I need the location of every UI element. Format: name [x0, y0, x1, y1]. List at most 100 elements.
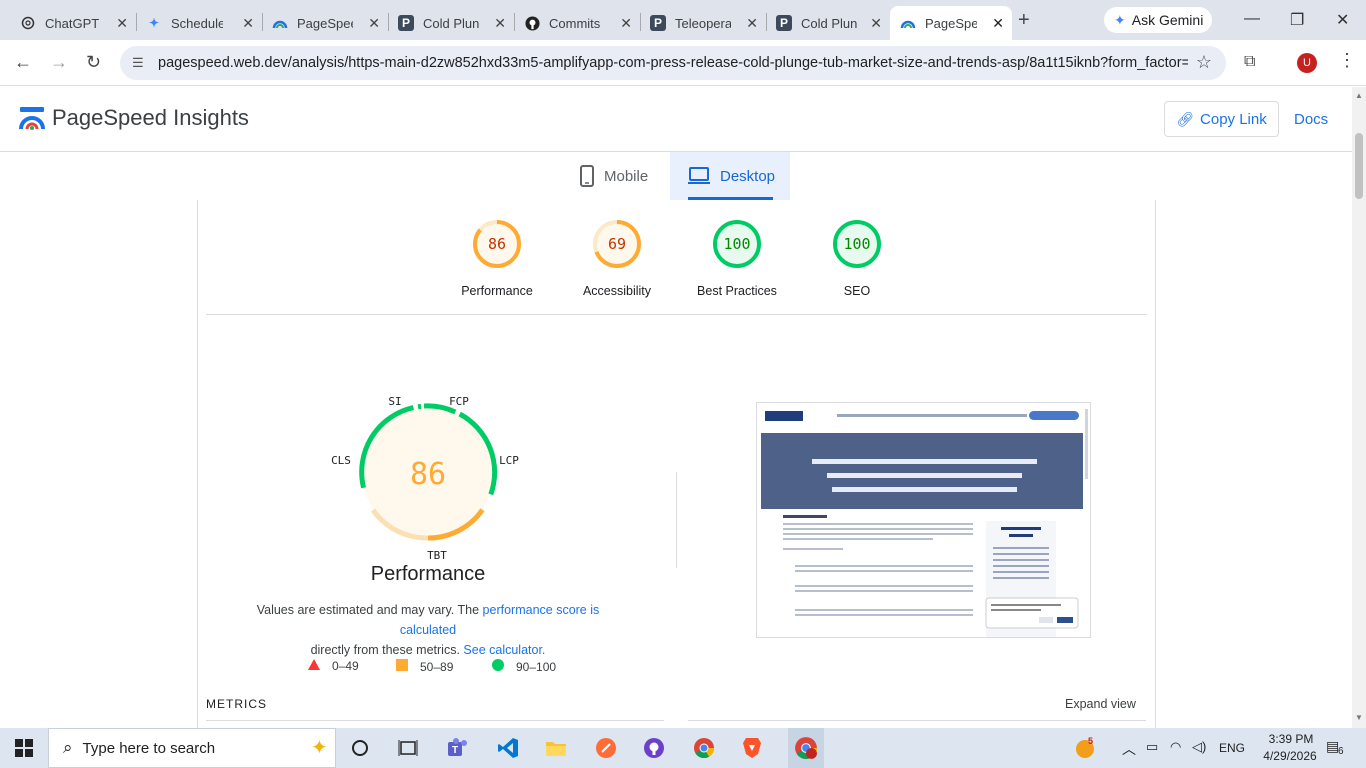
- notification-badge: 5: [1088, 736, 1094, 746]
- page-title: PageSpeed Insights: [52, 105, 249, 130]
- menu-kebab-icon[interactable]: ⋮: [1338, 50, 1356, 71]
- tab-desktop[interactable]: Desktop: [670, 152, 790, 200]
- close-tab-icon[interactable]: ✕: [870, 15, 882, 32]
- score-value: 86: [488, 235, 506, 253]
- score-label: SEO: [843, 284, 871, 298]
- tab-scheduler[interactable]: ✦ Scheduler ✕: [136, 6, 262, 40]
- tab-teleoperat[interactable]: P Teleoperat ✕: [640, 6, 766, 40]
- page-scrollbar[interactable]: ▲ ▼: [1352, 87, 1366, 728]
- language-indicator[interactable]: ENG: [1219, 741, 1245, 755]
- si-label: SI: [388, 395, 401, 408]
- clock-date[interactable]: 4/29/2026: [1258, 749, 1322, 763]
- tab-cold-plunge[interactable]: P Cold Plunge ✕: [388, 6, 514, 40]
- vscode-icon[interactable]: [496, 736, 520, 760]
- close-tab-icon[interactable]: ✕: [494, 15, 506, 32]
- docs-link[interactable]: Docs: [1294, 111, 1328, 128]
- see-calculator-link[interactable]: See calculator.: [463, 643, 545, 657]
- phone-icon: [580, 165, 594, 187]
- notification-count: 6: [1338, 746, 1344, 757]
- teams-icon[interactable]: T: [446, 736, 470, 760]
- laptop-icon: [688, 167, 710, 185]
- psi-header: PageSpeed Insights 🔗︎ Copy Link Docs: [0, 87, 1352, 152]
- link-icon: 🔗︎: [1176, 110, 1195, 127]
- expand-view-toggle[interactable]: Expand view: [1065, 697, 1136, 711]
- task-view-icon[interactable]: [396, 736, 420, 760]
- back-icon[interactable]: ←: [14, 52, 32, 73]
- github-desktop-icon[interactable]: [642, 736, 666, 760]
- file-explorer-icon[interactable]: [544, 736, 568, 760]
- score-gauge-accessibility[interactable]: 69 Accessibility: [567, 218, 667, 298]
- windows-start-icon[interactable]: [12, 736, 36, 760]
- score-gauge-performance[interactable]: 86 Performance: [447, 218, 547, 298]
- tab-commits[interactable]: Commits ✕: [514, 6, 640, 40]
- scroll-up-icon[interactable]: ▲: [1355, 91, 1363, 100]
- battery-icon[interactable]: ▭: [1146, 739, 1158, 755]
- chrome-profile-icon[interactable]: [788, 728, 824, 768]
- p-icon: P: [776, 15, 792, 31]
- fcp-label: FCP: [449, 395, 469, 408]
- tbt-label: TBT: [427, 549, 447, 560]
- bookmark-star-icon[interactable]: ☆: [1196, 52, 1212, 73]
- clock-time[interactable]: 3:39 PM: [1262, 732, 1320, 746]
- close-tab-icon[interactable]: ✕: [242, 15, 254, 32]
- copy-link-button[interactable]: 🔗︎ Copy Link: [1164, 101, 1279, 137]
- scroll-thumb[interactable]: [1355, 133, 1363, 199]
- scroll-down-icon[interactable]: ▼: [1355, 713, 1363, 722]
- minimize-icon[interactable]: —: [1244, 10, 1260, 28]
- close-tab-icon[interactable]: ✕: [992, 15, 1004, 32]
- restore-icon[interactable]: ❐: [1290, 10, 1304, 30]
- score-label: Accessibility: [582, 284, 652, 298]
- tab-mobile[interactable]: Mobile: [566, 152, 670, 200]
- copilot-sparkle-icon[interactable]: ✦: [311, 735, 328, 760]
- red-triangle-icon: [308, 659, 320, 673]
- ask-gemini-button[interactable]: ✦ Ask Gemini: [1104, 7, 1212, 33]
- tab-mobile-label: Mobile: [604, 167, 649, 185]
- chrome-icon[interactable]: [692, 736, 716, 760]
- divider: [206, 314, 1147, 315]
- green-circle-icon: [492, 659, 504, 674]
- volume-icon[interactable]: ◁): [1192, 739, 1206, 755]
- taskbar-search[interactable]: ⌕ Type here to search ✦: [48, 728, 336, 768]
- p-icon: P: [398, 15, 414, 31]
- pagespeed-icon: [900, 15, 916, 31]
- legend-fail: 0–49: [308, 659, 359, 673]
- reload-icon[interactable]: ↻: [86, 52, 101, 73]
- performance-gauge: 86 SI FCP LCP CLS TBT: [328, 390, 528, 562]
- tray-chevron-icon[interactable]: ︿: [1122, 739, 1136, 759]
- close-tab-icon[interactable]: ✕: [620, 15, 632, 32]
- site-info-icon[interactable]: ☰: [132, 55, 150, 71]
- tab-title: Cold Plunge: [423, 15, 479, 31]
- tab-pagespeed[interactable]: PageSpeed ✕: [262, 6, 388, 40]
- tab-chatgpt[interactable]: ChatGPT ✕: [10, 6, 136, 40]
- lens-search-icon[interactable]: ⧉: [1244, 53, 1255, 71]
- close-tab-icon[interactable]: ✕: [368, 15, 380, 32]
- browser-tab-strip: ChatGPT ✕ ✦ Scheduler ✕ PageSpeed ✕ P Co…: [0, 0, 1366, 40]
- score-gauge-seo[interactable]: 100 SEO: [807, 218, 907, 298]
- score-gauge-best-practices[interactable]: 100 Best Practices: [687, 218, 787, 298]
- legend-label: 50–89: [420, 659, 454, 674]
- performance-score: 86: [410, 457, 446, 492]
- address-bar[interactable]: ☰ pagespeed.web.dev/analysis/https-main-…: [120, 46, 1226, 80]
- close-tab-icon[interactable]: ✕: [746, 15, 758, 32]
- cls-label: CLS: [331, 454, 351, 467]
- tab-pagespeed-active[interactable]: PageSpeed ✕: [890, 6, 1012, 40]
- weather-sun-icon[interactable]: [1074, 736, 1098, 760]
- cortana-icon[interactable]: [348, 736, 372, 760]
- brave-icon[interactable]: [740, 736, 764, 760]
- vertical-divider: [676, 472, 677, 568]
- profile-avatar[interactable]: U: [1297, 53, 1317, 73]
- chatgpt-icon: [20, 15, 36, 31]
- window-close-icon[interactable]: ✕: [1336, 10, 1349, 30]
- new-tab-icon[interactable]: +: [1018, 9, 1030, 32]
- postman-icon[interactable]: [594, 736, 618, 760]
- score-label: Performance: [461, 284, 533, 298]
- tab-cold-plunge-2[interactable]: P Cold Plunge ✕: [766, 6, 890, 40]
- score-label: Best Practices: [697, 284, 777, 298]
- forward-icon[interactable]: →: [50, 52, 68, 73]
- wifi-icon[interactable]: ◠: [1170, 739, 1181, 755]
- final-screenshot-thumbnail[interactable]: [756, 402, 1091, 638]
- divider: [688, 720, 1146, 721]
- close-tab-icon[interactable]: ✕: [116, 15, 128, 32]
- github-icon: [524, 15, 540, 31]
- search-icon: ⌕: [63, 738, 73, 757]
